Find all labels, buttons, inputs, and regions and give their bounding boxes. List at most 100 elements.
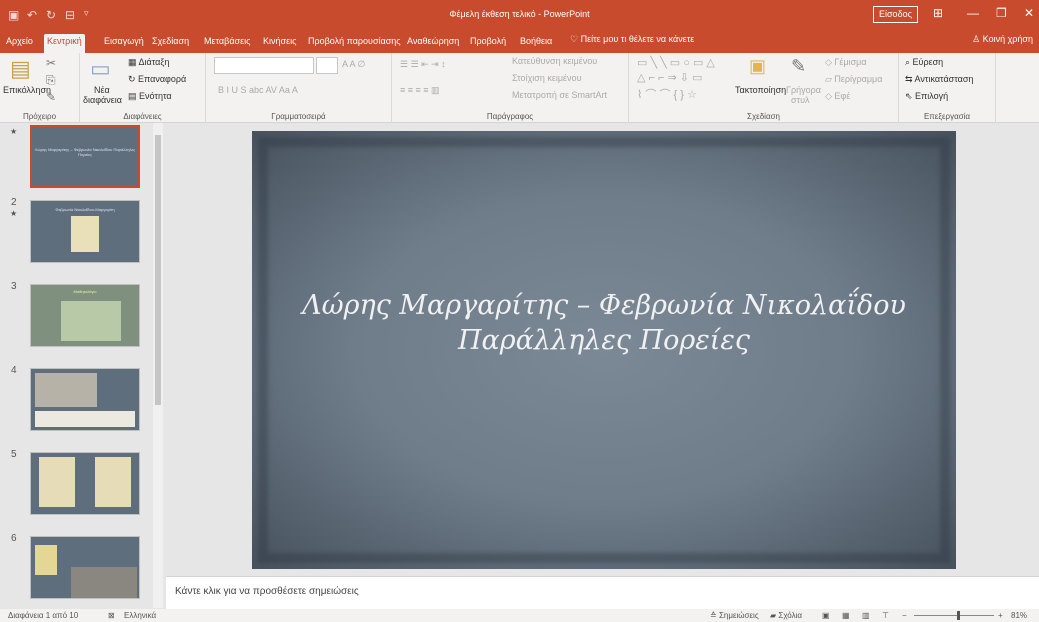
tab-review[interactable]: Αναθεώρηση — [407, 34, 459, 53]
layout-button[interactable]: ▦ Διάταξη — [128, 57, 169, 68]
slide-number: 4 — [11, 365, 17, 376]
portrait-image — [71, 216, 99, 252]
certificate-image — [39, 457, 75, 507]
new-slide-icon[interactable]: ▭ — [90, 56, 111, 82]
tab-home[interactable]: Κεντρική — [44, 34, 85, 53]
slide-sorter-icon[interactable]: ▦ — [842, 611, 850, 620]
font-format-buttons[interactable]: B I U S abc AV Aa A — [218, 85, 298, 95]
minimize-icon[interactable]: — — [967, 6, 979, 20]
zoom-in-icon[interactable]: + — [998, 611, 1003, 620]
align-text-button[interactable]: Στοίχιση κειμένου — [512, 73, 582, 83]
document-image — [61, 301, 121, 341]
tab-design[interactable]: Σχεδίαση — [152, 34, 189, 53]
notes-button[interactable]: ≙ Σημειώσεις — [710, 611, 759, 620]
letter-image — [35, 411, 135, 427]
zoom-slider-handle[interactable] — [957, 611, 960, 620]
status-bar: Διαφάνεια 1 από 10 ⊠ Ελληνικά ≙ Σημειώσε… — [0, 609, 1039, 622]
thumbnail-scrollbar[interactable] — [153, 123, 163, 608]
close-icon[interactable]: ✕ — [1024, 6, 1034, 20]
quick-styles-icon[interactable]: ✎ — [791, 56, 806, 77]
quick-styles-label-1[interactable]: Γρήγορα — [786, 85, 821, 95]
notes-pane[interactable]: Κάντε κλικ για να προσθέσετε σημειώσεις — [166, 576, 1039, 609]
editing-group: ⌕ Εύρεση ⇆ Αντικατάσταση ⇖ Επιλογή Επεξε… — [899, 53, 996, 123]
font-group: A A ∅ B I U S abc AV Aa A Γραμματοσειρά — [206, 53, 392, 123]
copy-icon[interactable]: ⎘ — [46, 73, 56, 88]
slideshow-icon[interactable]: ⊤ — [882, 611, 889, 620]
tell-me-box[interactable]: ♡ Πείτε μου τι θέλετε να κάνετε — [570, 34, 694, 45]
slides-group-label: Διαφάνειες — [123, 112, 162, 121]
language[interactable]: Ελληνικά — [124, 611, 156, 620]
thumbnail-title: Λώρης Μαργαρίτης – Φεβρωνία Νικολαΐδου Π… — [34, 147, 136, 157]
reading-view-icon[interactable]: ▥ — [862, 611, 870, 620]
clipboard-group: ▤ Επικόλληση ✂ ⎘ ✎ Πρόχειρο — [0, 53, 80, 123]
text-direction-button[interactable]: Κατεύθυνση κειμένου — [512, 56, 597, 66]
layout-icon: ▦ — [128, 57, 139, 67]
ribbon-display-options-icon[interactable]: ⊞ — [933, 6, 943, 20]
arrange-icon[interactable]: ▣ — [749, 56, 766, 77]
font-name-box[interactable] — [214, 57, 314, 74]
tab-slideshow[interactable]: Προβολή παρουσίασης — [308, 34, 401, 53]
slide-title[interactable]: Λώρης Μαργαρίτης – Φεβρωνία Νικολαΐδου Π… — [252, 288, 956, 358]
reset-button[interactable]: ↻ Επαναφορά — [128, 74, 186, 85]
paste-button[interactable]: Επικόλληση — [3, 85, 51, 95]
lightbulb-icon: ♡ — [570, 34, 581, 44]
slide-thumbnail-1[interactable]: Λώρης Μαργαρίτης – Φεβρωνία Νικολαΐδου Π… — [30, 125, 140, 188]
thumbnail-title: Φεβρωνία Νικολαΐδου-Μαργαρίτη — [55, 207, 115, 212]
paste-icon[interactable]: ▤ — [10, 56, 31, 82]
font-size-buttons[interactable]: A A ∅ — [342, 59, 365, 70]
new-slide-label-2[interactable]: διαφάνεια — [83, 95, 122, 105]
thumbnail-pane: ★ Λώρης Μαργαρίτης – Φεβρωνία Νικολαΐδου… — [0, 123, 166, 608]
cursor-icon: ⇖ — [905, 91, 916, 101]
outline-icon: ▱ — [825, 74, 835, 84]
list-buttons[interactable]: ☰ ☰ ⇤ ⇥ ↕ — [400, 59, 446, 70]
font-size-box[interactable] — [316, 57, 338, 74]
photo-image — [35, 373, 97, 407]
thumbnail-title: Μαθητολόγιο — [73, 289, 97, 294]
align-buttons[interactable]: ≡ ≡ ≡ ≡ ▥ — [400, 85, 440, 96]
section-icon: ▤ — [128, 91, 140, 101]
tab-transitions[interactable]: Μεταβάσεις — [204, 34, 250, 53]
smartart-button[interactable]: Μετατροπή σε SmartArt — [512, 90, 607, 100]
comments-button[interactable]: ▰ Σχόλια — [770, 611, 802, 620]
tab-animations[interactable]: Κινήσεις — [263, 34, 296, 53]
slide-thumbnail-2[interactable]: Φεβρωνία Νικολαΐδου-Μαργαρίτη — [30, 200, 140, 263]
slide-info: Διαφάνεια 1 από 10 — [8, 611, 79, 620]
replace-button[interactable]: ⇆ Αντικατάσταση — [905, 74, 973, 85]
shape-outline-button[interactable]: ▱ Περίγραμμα — [825, 74, 882, 85]
shapes-gallery-row3[interactable]: ⌇ ⌒ ⌒ { } ☆ — [637, 86, 697, 102]
shape-fill-button[interactable]: ◇ Γέμισμα — [825, 57, 867, 68]
zoom-level[interactable]: 81% — [1011, 611, 1027, 620]
spelling-icon[interactable]: ⊠ — [108, 611, 115, 620]
share-button[interactable]: ♙ Κοινή χρήση — [972, 34, 1033, 45]
cut-icon[interactable]: ✂ — [46, 56, 56, 70]
select-button[interactable]: ⇖ Επιλογή — [905, 91, 948, 102]
find-button[interactable]: ⌕ Εύρεση — [905, 57, 943, 68]
tab-help[interactable]: Βοήθεια — [520, 34, 552, 53]
arrange-button[interactable]: Τακτοποίηση — [735, 85, 786, 95]
signin-button[interactable]: Είσοδος — [873, 6, 918, 23]
shapes-gallery-row2[interactable]: △ ⌐ ⌐ ⇒ ⇩ ▭ — [637, 71, 702, 84]
slide-number: 2 — [11, 197, 17, 208]
slide-thumbnail-3[interactable]: Μαθητολόγιο — [30, 284, 140, 347]
slide-thumbnail-5[interactable] — [30, 452, 140, 515]
zoom-out-icon[interactable]: − — [902, 611, 907, 620]
scrollbar-thumb[interactable] — [155, 135, 161, 405]
new-slide-label-1[interactable]: Νέα — [94, 85, 110, 95]
current-slide[interactable]: Λώρης Μαργαρίτης – Φεβρωνία Νικολαΐδου Π… — [252, 131, 956, 569]
ribbon: ▤ Επικόλληση ✂ ⎘ ✎ Πρόχειρο ▭ Νέα διαφάν… — [0, 53, 1039, 123]
paragraph-group: ☰ ☰ ⇤ ⇥ ↕ ≡ ≡ ≡ ≡ ▥ Κατεύθυνση κειμένου … — [392, 53, 629, 123]
format-painter-icon[interactable]: ✎ — [46, 90, 56, 104]
quick-styles-label-2[interactable]: στυλ — [791, 95, 810, 105]
section-button[interactable]: ▤ Ενότητα — [128, 91, 172, 102]
shapes-gallery[interactable]: ▭ ╲ ╲ ▭ ○ ▭ △ — [637, 56, 715, 69]
restore-icon[interactable]: ❐ — [996, 6, 1007, 20]
font-group-label: Γραμματοσειρά — [271, 112, 326, 121]
tab-view[interactable]: Προβολή — [470, 34, 506, 53]
slide-thumbnail-4[interactable] — [30, 368, 140, 431]
tab-file[interactable]: Αρχείο — [6, 34, 33, 53]
zoom-slider[interactable] — [914, 615, 994, 616]
slide-thumbnail-6[interactable] — [30, 536, 140, 599]
shape-effects-button[interactable]: ◇ Εφέ — [825, 91, 850, 102]
tab-insert[interactable]: Εισαγωγή — [104, 34, 144, 53]
normal-view-icon[interactable]: ▣ — [822, 611, 830, 620]
